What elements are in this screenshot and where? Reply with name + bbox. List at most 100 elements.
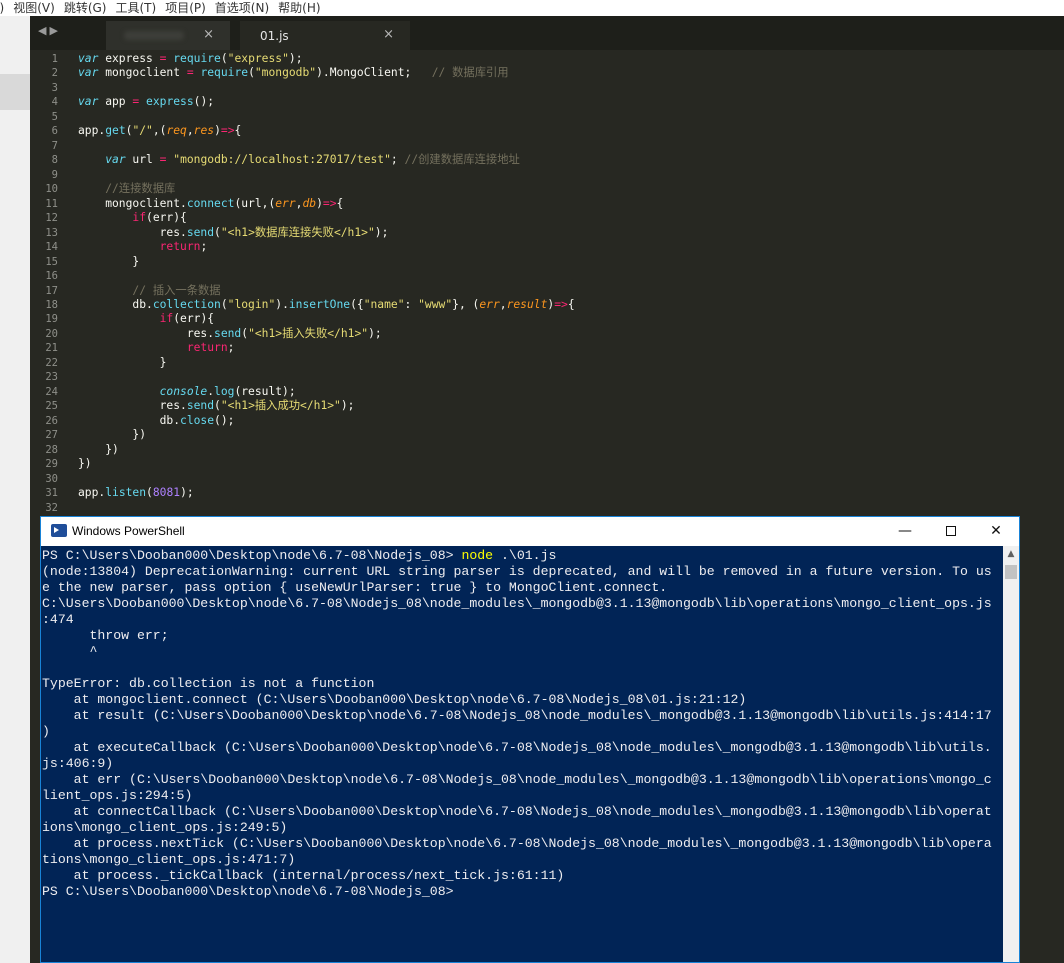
- close-button[interactable]: ✕: [973, 517, 1019, 546]
- console-line: at process._tickCallback (internal/proce…: [42, 868, 992, 884]
- code-token: err: [275, 196, 296, 210]
- scroll-up-icon[interactable]: ▲: [1003, 549, 1019, 559]
- tab-untitled[interactable]: ×: [106, 21, 230, 50]
- menu-item[interactable]: 帮助(H): [278, 0, 320, 16]
- tab-close-icon[interactable]: ×: [203, 27, 214, 42]
- code-line: 10 //连接数据库: [30, 182, 1064, 196]
- line-source: db.collection("login").insertOne({"name"…: [78, 297, 575, 312]
- vertical-scrollbar[interactable]: ▲: [1003, 546, 1019, 962]
- console-text-run: at mongoclient.connect (C:\Users\Dooban0…: [42, 692, 747, 707]
- code-token: app.: [78, 124, 106, 138]
- code-token: db.: [78, 413, 181, 427]
- code-token: }): [78, 442, 119, 456]
- code-token: ;: [390, 153, 405, 167]
- console-text-run: ions\mongo_client_ops.js:249:5): [42, 820, 288, 835]
- maximize-button[interactable]: [928, 517, 974, 546]
- blurred-tab-label: [124, 31, 184, 40]
- console-text-run: TypeError: db.collection is not a functi…: [42, 676, 375, 691]
- line-source: console.log(result);: [78, 385, 296, 399]
- code-token: //创建数据库连接地址: [404, 153, 520, 167]
- line-source: }): [78, 428, 146, 442]
- console-text-run: (node:13804) DeprecationWarning: current…: [42, 564, 992, 579]
- code-token: log: [214, 384, 235, 398]
- sidebar-selection[interactable]: [0, 74, 30, 110]
- code-token: var: [78, 66, 99, 80]
- code-token: close: [180, 413, 215, 427]
- console-text-run: e the new parser, pass option { useNewUr…: [42, 580, 668, 595]
- code-token: {: [567, 297, 575, 311]
- code-line: 2 var mongoclient = require("mongodb").Mo…: [30, 66, 1064, 80]
- line-number: 27: [45, 429, 58, 442]
- code-token: send: [214, 326, 242, 340]
- code-token: );: [288, 52, 303, 65]
- code-token: require: [200, 66, 249, 80]
- code-token: ): [316, 196, 323, 210]
- tab-nav-arrows-icon[interactable]: ◀▶: [38, 24, 61, 37]
- code-token: ,: [186, 124, 194, 138]
- scrollbar-thumb[interactable]: [1005, 565, 1017, 579]
- menu-item[interactable]: 首选项(N): [215, 0, 269, 16]
- code-token: "<h1>数据库连接失败</h1>": [220, 225, 375, 239]
- menu-item[interactable]: 跳转(G): [64, 0, 107, 16]
- code-token: result: [506, 297, 548, 311]
- code-token: "mongodb": [254, 66, 317, 80]
- menu-item[interactable]: 项目(P): [165, 0, 206, 16]
- line-source: res.send("<h1>插入失败</h1>");: [78, 327, 382, 341]
- code-line: 29}): [30, 457, 1064, 471]
- code-line: 12 if(err){: [30, 211, 1064, 225]
- line-source: var mongoclient = require("mongodb").Mon…: [78, 66, 509, 80]
- console-line: :474: [42, 612, 992, 628]
- powershell-window[interactable]: Windows PowerShell — ✕ PS C:\Users\Dooba…: [40, 516, 1020, 963]
- code-token: var: [78, 95, 99, 109]
- line-source: if(err){: [78, 211, 186, 225]
- minimize-button[interactable]: —: [882, 517, 928, 546]
- line-number: 14: [45, 241, 58, 254]
- line-number: 2: [51, 67, 58, 80]
- code-token: req: [166, 124, 187, 138]
- line-source: //连接数据库: [78, 182, 175, 196]
- powershell-icon: [51, 524, 67, 537]
- console-text-run: at executeCallback (C:\Users\Dooban000\D…: [42, 740, 992, 755]
- code-token: );: [340, 399, 355, 413]
- code-token: ,: [499, 297, 507, 311]
- menu-item[interactable]: 工具(T): [115, 0, 156, 16]
- code-token: "<h1>插入成功</h1>": [220, 399, 341, 413]
- console-line: e the new parser, pass option { useNewUr…: [42, 580, 992, 596]
- code-token: "name": [363, 297, 405, 311]
- line-number: 8: [51, 154, 58, 167]
- code-token: ;: [200, 240, 208, 254]
- line-number: 10: [45, 183, 58, 196]
- tab-close-icon[interactable]: ×: [383, 27, 394, 42]
- console-line: ^: [42, 644, 992, 660]
- code-token: db.: [78, 297, 153, 311]
- console-text-run: ^: [42, 644, 98, 659]
- console-text: PS C:\Users\Dooban000\Desktop\node\6.7-0…: [42, 548, 992, 900]
- console-text-run: .\01.js: [493, 548, 557, 563]
- console-line: js:406:9): [42, 756, 992, 772]
- tab-bar: ◀▶ × 01.js ×: [30, 16, 1064, 50]
- code-line: 32: [30, 501, 1064, 515]
- tab-01-js[interactable]: 01.js ×: [240, 21, 410, 50]
- code-token: =>: [220, 124, 235, 138]
- code-line: 9: [30, 168, 1064, 182]
- line-number: 19: [45, 313, 58, 326]
- line-number: 32: [45, 501, 58, 514]
- code-token: ({: [350, 297, 364, 311]
- code-line: 30: [30, 472, 1064, 486]
- console-output[interactable]: PS C:\Users\Dooban000\Desktop\node\6.7-0…: [41, 546, 1003, 962]
- code-token: res.: [78, 326, 215, 340]
- line-number: 25: [45, 400, 58, 413]
- menu-item[interactable]: I): [0, 0, 4, 16]
- powershell-titlebar[interactable]: Windows PowerShell — ✕: [41, 517, 1019, 546]
- code-token: :: [404, 297, 419, 311]
- code-token: "mongodb://localhost:27017/test": [173, 153, 391, 167]
- line-number: 20: [45, 327, 58, 340]
- line-source: var url = "mongodb://localhost:27017/tes…: [78, 153, 520, 167]
- line-number: 4: [51, 96, 58, 109]
- menu-item[interactable]: 视图(V): [13, 0, 55, 16]
- console-command: node: [461, 548, 494, 563]
- code-token: }, (: [452, 297, 480, 311]
- code-area[interactable]: 1 var express = require("express"); 2 var m…: [30, 52, 1064, 515]
- console-line: at result (C:\Users\Dooban000\Desktop\no…: [42, 708, 992, 724]
